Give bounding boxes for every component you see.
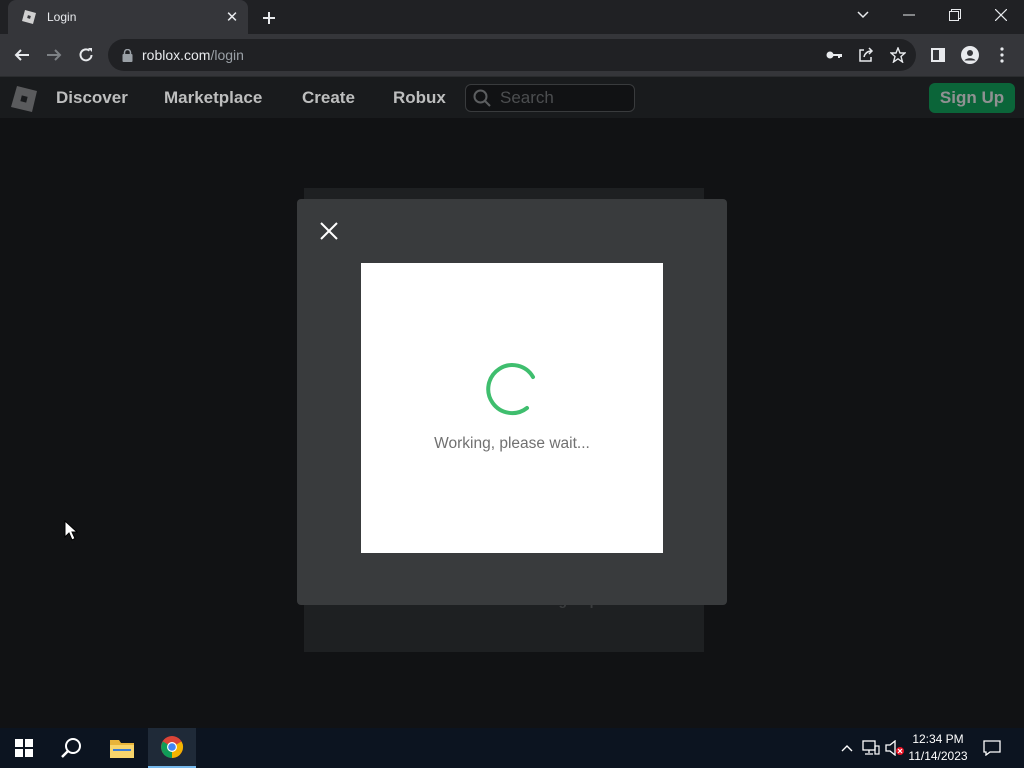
close-icon[interactable] (316, 218, 342, 244)
windows-taskbar: 12:34 PM 11/14/2023 (0, 728, 1024, 768)
chevron-up-icon[interactable] (837, 738, 857, 758)
back-button[interactable] (8, 41, 36, 69)
reload-button[interactable] (72, 41, 100, 69)
url-text[interactable]: roblox.com/login (142, 47, 244, 63)
forward-button[interactable] (40, 41, 68, 69)
clock-time: 12:34 PM (912, 732, 964, 746)
url-host: roblox.com (142, 47, 211, 63)
nav-robux[interactable]: Robux (393, 88, 446, 108)
system-clock[interactable]: 12:34 PM 11/14/2023 (905, 731, 971, 765)
nav-create[interactable]: Create (302, 88, 355, 108)
tab-login[interactable]: Login ✕ (8, 0, 248, 34)
url-path: /login (210, 47, 244, 63)
search-input[interactable]: Search (465, 84, 635, 112)
share-icon[interactable] (856, 45, 876, 65)
search-taskbar-icon[interactable] (48, 728, 96, 768)
address-bar[interactable]: roblox.com/login (108, 39, 916, 71)
browser-tab-strip: Login ✕ (0, 0, 1024, 34)
restore-button[interactable] (932, 0, 978, 30)
loading-spinner-icon (486, 363, 535, 416)
roblox-favicon-icon (21, 9, 37, 25)
page-viewport: Discover Marketplace Create Robux Search… (0, 76, 1024, 726)
menu-kebab-icon[interactable] (988, 41, 1016, 69)
key-icon[interactable] (824, 45, 844, 65)
close-window-button[interactable] (978, 0, 1024, 30)
tab-close-icon[interactable]: ✕ (222, 7, 242, 27)
lock-icon[interactable] (120, 48, 134, 62)
profile-icon[interactable] (956, 41, 984, 69)
network-icon[interactable] (861, 738, 881, 758)
roblox-logo-icon[interactable] (11, 86, 37, 112)
roblox-navbar: Discover Marketplace Create Robux Search… (0, 76, 1024, 118)
side-panel-icon[interactable] (924, 41, 952, 69)
search-placeholder: Search (500, 88, 554, 107)
notification-center-icon[interactable] (982, 738, 1002, 758)
tab-title: Login (47, 10, 77, 24)
verification-modal: Working, please wait... (297, 199, 727, 605)
challenge-frame: Working, please wait... (361, 263, 663, 553)
search-icon (472, 88, 492, 108)
minimize-button[interactable] (886, 0, 932, 30)
file-explorer-icon[interactable] (98, 728, 146, 768)
working-status-text: Working, please wait... (434, 435, 590, 452)
clock-date: 11/14/2023 (908, 749, 968, 763)
sign-up-button[interactable]: Sign Up (929, 83, 1015, 113)
chrome-taskbar-icon[interactable] (148, 728, 196, 768)
browser-toolbar: roblox.com/login (0, 34, 1024, 76)
new-tab-button[interactable] (258, 7, 280, 29)
mouse-cursor-icon (64, 520, 78, 541)
tab-search-chevron-down-icon[interactable] (840, 0, 886, 30)
start-button[interactable] (0, 728, 48, 768)
nav-discover[interactable]: Discover (56, 88, 128, 108)
nav-marketplace[interactable]: Marketplace (164, 88, 262, 108)
bookmark-star-icon[interactable] (888, 45, 908, 65)
volume-muted-icon[interactable] (885, 738, 905, 758)
